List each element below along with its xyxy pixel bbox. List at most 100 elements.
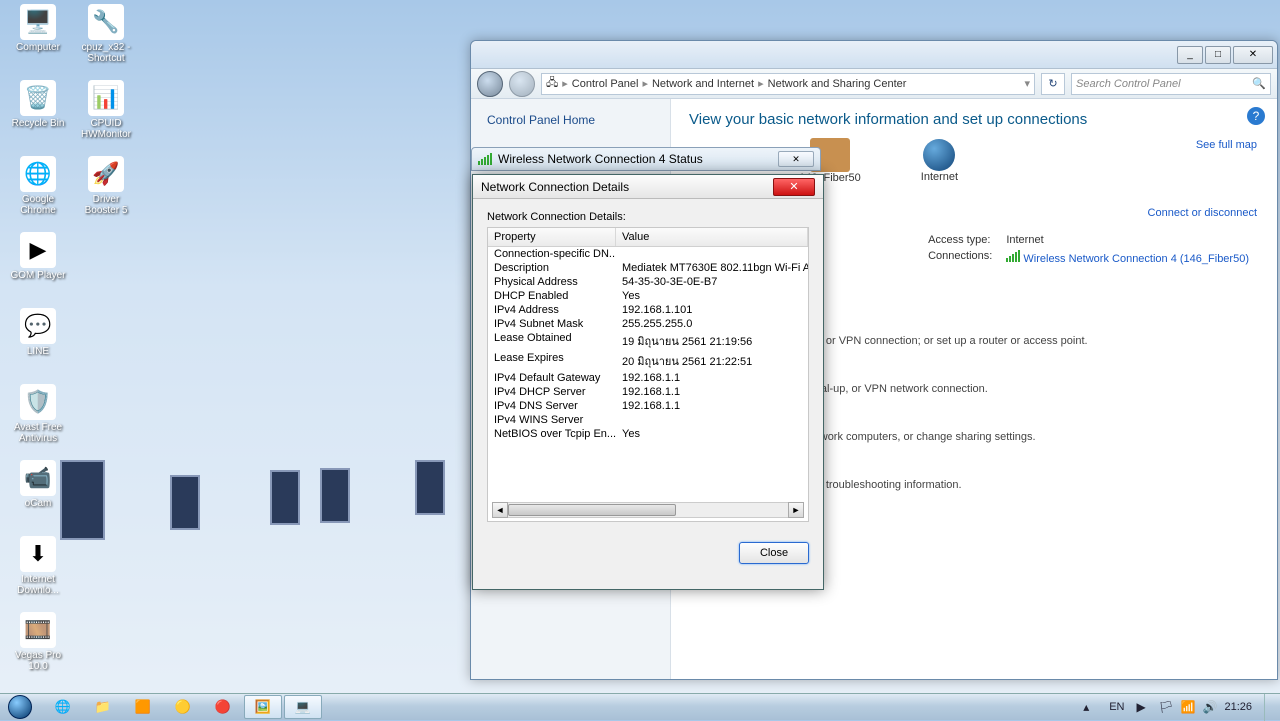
taskbar-item[interactable]: 📁: [84, 695, 122, 719]
internet-icon[interactable]: Internet: [921, 139, 958, 183]
maximize-button[interactable]: □: [1205, 46, 1231, 64]
signal-icon: [1006, 250, 1020, 262]
desktop-icon-label: Avast Free Antivirus: [7, 422, 69, 444]
signal-icon: [478, 153, 492, 165]
value-cell: 192.168.1.101: [616, 303, 808, 317]
table-row[interactable]: IPv4 Address192.168.1.101: [488, 303, 808, 317]
breadcrumb[interactable]: 🖧 ▸ Control Panel ▸ Network and Internet…: [541, 73, 1035, 95]
status-close-button[interactable]: ✕: [778, 151, 814, 167]
desktop-icon[interactable]: 💬LINE: [7, 306, 69, 379]
desktop-icon-label: Google Chrome: [7, 194, 69, 216]
desktop-icon[interactable]: 📹oCam: [7, 458, 69, 531]
search-input[interactable]: Search Control Panel 🔍: [1071, 73, 1271, 95]
table-row[interactable]: IPv4 Subnet Mask255.255.255.0: [488, 317, 808, 331]
desktop-icon[interactable]: 🖥️Computer: [7, 2, 69, 75]
table-row[interactable]: Lease Obtained19 มิถุนายน 2561 21:19:56: [488, 331, 808, 351]
show-desktop-button[interactable]: [1264, 694, 1274, 721]
tray-network-icon[interactable]: 📶: [1180, 700, 1194, 714]
property-cell: IPv4 WINS Server: [488, 413, 616, 427]
desktop-icon[interactable]: 🎞️Vegas Pro 10.0: [7, 610, 69, 683]
tray-gom-icon[interactable]: ▶: [1136, 700, 1150, 714]
table-row[interactable]: DescriptionMediatek MT7630E 802.11bgn Wi…: [488, 261, 808, 275]
language-indicator[interactable]: EN: [1105, 699, 1128, 715]
desktop-icon-label: GOM Player: [10, 270, 65, 281]
value-cell: 192.168.1.1: [616, 385, 808, 399]
value-cell: Yes: [616, 289, 808, 303]
desktop-icon[interactable]: 🗑️ Recycle Bin: [7, 78, 69, 151]
connect-disconnect-link[interactable]: Connect or disconnect: [1148, 207, 1257, 219]
details-dialog: Network Connection Details ✕ Network Con…: [472, 174, 824, 590]
horizontal-scrollbar[interactable]: ◄ ►: [492, 502, 804, 518]
help-icon[interactable]: ?: [1247, 107, 1265, 125]
breadcrumb-item[interactable]: Network and Sharing Center: [768, 78, 907, 90]
taskbar-item[interactable]: 💻: [284, 695, 322, 719]
table-row[interactable]: IPv4 DHCP Server192.168.1.1: [488, 385, 808, 399]
breadcrumb-item[interactable]: Network and Internet: [652, 78, 754, 90]
forward-button[interactable]: [509, 71, 535, 97]
connection-link[interactable]: Wireless Network Connection 4 (146_Fiber…: [1023, 253, 1249, 265]
control-panel-home-link[interactable]: Control Panel Home: [487, 113, 654, 127]
search-icon[interactable]: 🔍: [1252, 77, 1266, 90]
breadcrumb-item[interactable]: Control Panel: [572, 78, 639, 90]
value-cell: 20 มิถุนายน 2561 21:22:51: [616, 351, 808, 371]
scroll-left-button[interactable]: ◄: [492, 502, 508, 518]
details-titlebar[interactable]: Network Connection Details ✕: [473, 175, 823, 199]
close-icon[interactable]: ✕: [773, 178, 815, 196]
back-button[interactable]: [477, 71, 503, 97]
column-header-property[interactable]: Property: [488, 228, 616, 246]
table-row[interactable]: IPv4 DNS Server192.168.1.1: [488, 399, 808, 413]
desktop-icon-image: 🌐: [20, 156, 56, 192]
details-title-text: Network Connection Details: [481, 180, 629, 194]
desktop-icon[interactable]: 🌐Google Chrome: [7, 154, 69, 227]
desktop-icon-image: 🗑️: [20, 80, 56, 116]
table-row[interactable]: IPv4 Default Gateway192.168.1.1: [488, 371, 808, 385]
refresh-button[interactable]: ↻: [1041, 73, 1065, 95]
taskbar-item[interactable]: 🟧: [124, 695, 162, 719]
status-window-titlebar[interactable]: Wireless Network Connection 4 Status ✕: [471, 147, 821, 171]
property-cell: IPv4 DNS Server: [488, 399, 616, 413]
table-row[interactable]: IPv4 WINS Server: [488, 413, 808, 427]
property-cell: Lease Expires: [488, 351, 616, 371]
desktop-icon-image: 🎞️: [20, 612, 56, 648]
column-header-value[interactable]: Value: [616, 228, 808, 246]
value-cell: 19 มิถุนายน 2561 21:19:56: [616, 331, 808, 351]
tray-show-hidden-icon[interactable]: ▴: [1083, 700, 1097, 714]
tray-action-center-icon[interactable]: 🏳: [1158, 700, 1172, 714]
window-titlebar[interactable]: _ □ ✕: [471, 41, 1277, 69]
property-cell: IPv4 Subnet Mask: [488, 317, 616, 331]
desktop-icon[interactable]: 🛡️Avast Free Antivirus: [7, 382, 69, 455]
table-row[interactable]: Connection-specific DN...: [488, 247, 808, 261]
desktop-icon[interactable]: 🔧cpuz_x32 - Shortcut: [75, 2, 137, 75]
table-row[interactable]: NetBIOS over Tcpip En...Yes: [488, 427, 808, 441]
value-cell: Mediatek MT7630E 802.11bgn Wi-Fi Ada: [616, 261, 808, 275]
scroll-right-button[interactable]: ►: [788, 502, 804, 518]
connection-info: Access type:Internet Connections: Wirele…: [920, 231, 1257, 268]
see-full-map-link[interactable]: See full map: [1196, 139, 1257, 151]
desktop-icon[interactable]: ▶GOM Player: [7, 230, 69, 303]
table-row[interactable]: Lease Expires20 มิถุนายน 2561 21:22:51: [488, 351, 808, 371]
scroll-track[interactable]: [508, 502, 788, 518]
table-row[interactable]: Physical Address54-35-30-3E-0E-B7: [488, 275, 808, 289]
close-button[interactable]: Close: [739, 542, 809, 564]
clock[interactable]: 21:26: [1224, 702, 1252, 713]
property-cell: IPv4 DHCP Server: [488, 385, 616, 399]
scroll-thumb[interactable]: [508, 504, 676, 516]
start-button[interactable]: [0, 694, 40, 721]
value-cell: [616, 247, 808, 261]
desktop-icon[interactable]: 🚀Driver Booster 5: [75, 154, 137, 227]
desktop-icon[interactable]: 📊CPUID HWMonitor: [75, 78, 137, 151]
status-window: Wireless Network Connection 4 Status ✕: [471, 147, 821, 175]
taskbar-item[interactable]: 🟡: [164, 695, 202, 719]
taskbar-item[interactable]: 🖼️: [244, 695, 282, 719]
desktop-icon-label: oCam: [25, 498, 52, 509]
minimize-button[interactable]: _: [1177, 46, 1203, 64]
desktop-icon-label: Recycle Bin: [12, 118, 65, 129]
taskbar-item[interactable]: 🔴: [204, 695, 242, 719]
table-row[interactable]: DHCP EnabledYes: [488, 289, 808, 303]
close-button[interactable]: ✕: [1233, 46, 1273, 64]
desktop-icon-image: ⬇: [20, 536, 56, 572]
taskbar-item[interactable]: 🌐: [44, 695, 82, 719]
tray-volume-icon[interactable]: 🔊: [1202, 700, 1216, 714]
value-cell: [616, 413, 808, 427]
desktop-icon[interactable]: ⬇Internet Downlo...: [7, 534, 69, 607]
